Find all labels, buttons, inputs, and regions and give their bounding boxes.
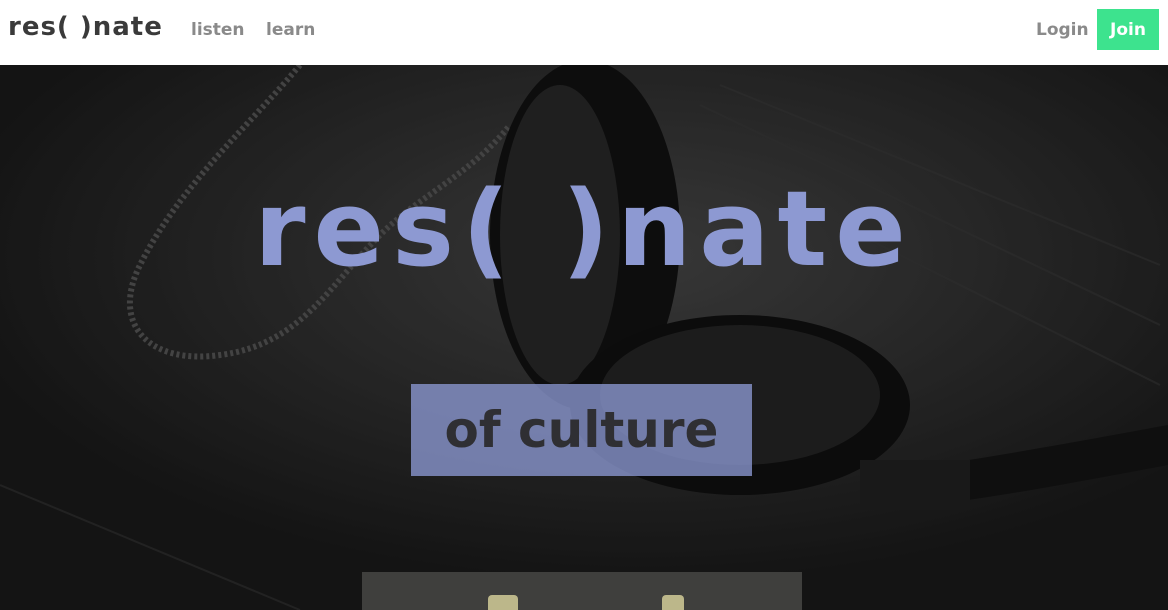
nav-link-listen[interactable]: listen: [191, 20, 245, 40]
partial-text-glyph: [488, 595, 518, 610]
join-button[interactable]: Join: [1097, 9, 1159, 50]
brand-logo-link[interactable]: res( )nate: [8, 12, 163, 42]
hero-title: res( )nate: [254, 168, 914, 290]
headphones-background-image: [0, 65, 1168, 610]
login-link[interactable]: Login: [1036, 20, 1089, 40]
nav-link-learn[interactable]: learn: [266, 20, 315, 40]
hero-section: res( )nate of culture: [0, 65, 1168, 610]
partial-text-glyph: [662, 595, 684, 610]
top-navbar: res( )nate listen learn Login Join: [0, 0, 1168, 65]
secondary-tagline-box: [362, 572, 802, 610]
tagline-text: of culture: [444, 401, 719, 459]
tagline-box: of culture: [411, 384, 752, 476]
